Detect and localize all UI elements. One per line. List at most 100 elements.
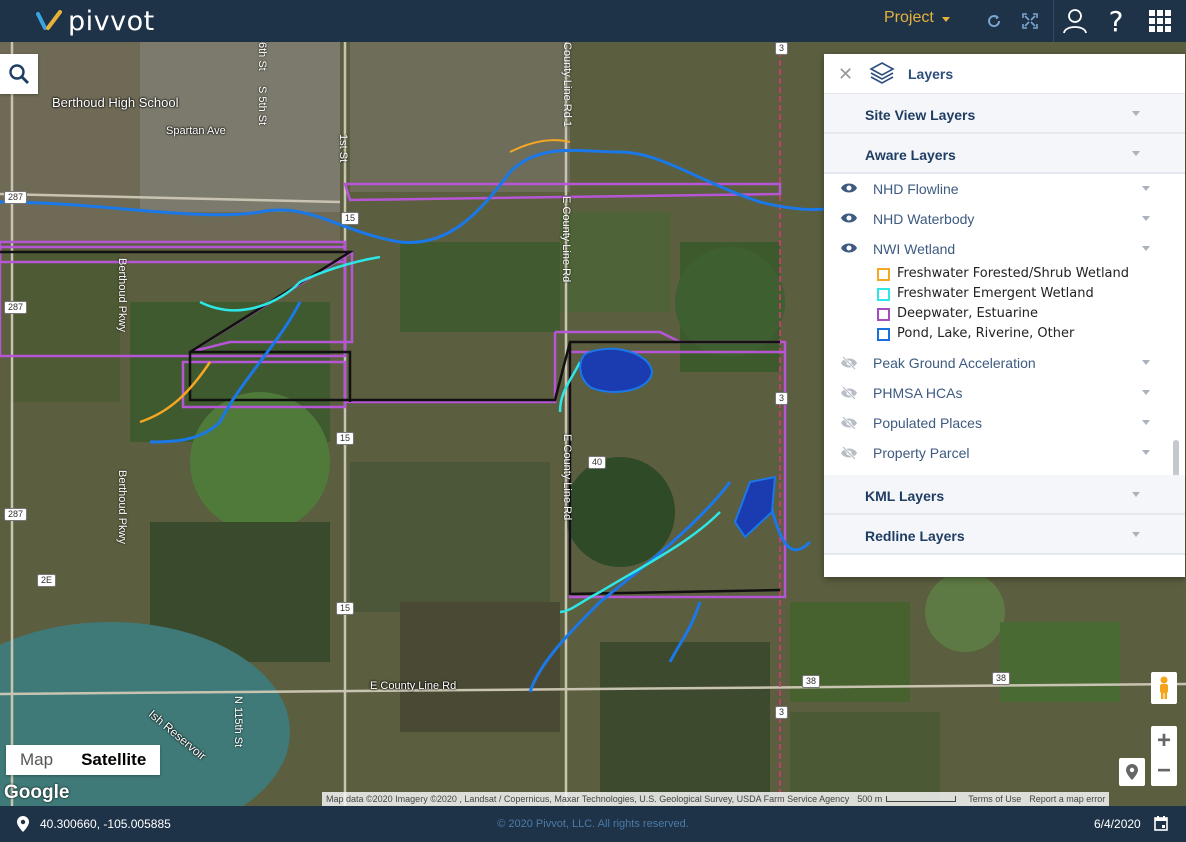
route-shield: 38 <box>992 672 1011 685</box>
map-search-button[interactable] <box>0 54 38 94</box>
map-type-satellite-button[interactable]: Satellite <box>67 745 160 775</box>
section-label: Site View Layers <box>865 107 976 123</box>
zoom-control: + − <box>1151 726 1177 786</box>
layers-panel-header: ✕ Layers <box>824 54 1185 94</box>
chevron-down-icon <box>1132 111 1140 116</box>
chevron-down-icon[interactable] <box>1142 216 1150 221</box>
route-shield: 287 <box>4 301 28 314</box>
layer-row-peak-ground-acceleration[interactable]: Peak Ground Acceleration <box>824 348 1185 378</box>
report-map-error-link[interactable]: Report a map error <box>1025 794 1109 804</box>
refresh-icon[interactable] <box>984 0 1004 42</box>
route-shield: 15 <box>336 602 355 615</box>
calendar-icon[interactable] <box>1154 816 1168 831</box>
chevron-down-icon <box>1132 532 1140 537</box>
street-label-spartan-ave: Spartan Ave <box>166 125 226 137</box>
layer-label: Populated Places <box>873 415 982 431</box>
layer-label: PHMSA HCAs <box>873 385 963 401</box>
scale-bar <box>886 796 957 802</box>
chevron-down-icon <box>1132 151 1140 156</box>
layer-row-populated-places[interactable]: Populated Places <box>824 408 1185 438</box>
my-location-button[interactable] <box>1119 758 1145 786</box>
copyright-text: © 2020 Pivvot, LLC. All rights reserved. <box>497 818 689 830</box>
legend-label: Pond, Lake, Riverine, Other <box>897 326 1075 341</box>
legend-item-emergent: Freshwater Emergent Wetland <box>824 284 1185 304</box>
legend-label: Freshwater Forested/Shrub Wetland <box>897 266 1130 281</box>
scale-label[interactable]: 500 m <box>853 794 886 804</box>
map-attribution: Map data ©2020 Imagery ©2020 , Landsat /… <box>322 792 1110 806</box>
zoom-out-button[interactable]: − <box>1151 756 1177 786</box>
layer-label: Property Parcel <box>873 445 970 461</box>
section-redline-layers[interactable]: Redline Layers <box>824 515 1185 555</box>
footer-bar: 40.300660, -105.005885 © 2020 Pivvot, LL… <box>0 806 1186 842</box>
pivvot-logo-icon <box>36 10 62 30</box>
map-canvas[interactable]: Berthoud High School Spartan Ave E Count… <box>0 42 1186 806</box>
chevron-down-icon[interactable] <box>1142 246 1150 251</box>
route-shield: 287 <box>4 191 28 204</box>
eye-icon[interactable] <box>840 212 858 224</box>
section-label: KML Layers <box>865 488 945 504</box>
road-label-berthoud-pkwy-north: Berthoud Pkwy <box>116 258 128 332</box>
road-label-s-5th-st: S 5th St <box>256 86 268 126</box>
route-shield: 3 <box>775 706 789 719</box>
route-shield: 38 <box>802 675 821 688</box>
location-pin-icon <box>1126 764 1138 780</box>
chevron-down-icon[interactable] <box>1142 450 1150 455</box>
pivvot-logo[interactable]: pivvot <box>36 0 155 42</box>
eye-slash-icon[interactable] <box>840 416 858 430</box>
map-type-map-button[interactable]: Map <box>6 745 67 775</box>
layer-label: NWI Wetland <box>873 241 956 257</box>
panel-scrollbar[interactable] <box>1173 440 1179 475</box>
eye-slash-icon[interactable] <box>840 446 858 460</box>
eye-slash-icon[interactable] <box>840 386 858 400</box>
pegman-icon <box>1160 676 1168 699</box>
legend-item-deepwater: Deepwater, Estuarine <box>824 304 1185 324</box>
section-kml-layers[interactable]: KML Layers <box>824 475 1185 515</box>
project-label: Project <box>884 9 934 26</box>
chevron-down-icon[interactable] <box>1142 390 1150 395</box>
route-shield: 15 <box>341 212 360 225</box>
section-label: Redline Layers <box>865 528 965 544</box>
legend-swatch <box>877 328 890 341</box>
eye-slash-icon[interactable] <box>840 356 858 370</box>
place-label-school: Berthoud High School <box>52 95 179 110</box>
road-label-n-115th-st: N 115th St <box>232 696 244 748</box>
brand-name: pivvot <box>68 5 155 37</box>
user-icon[interactable] <box>1060 0 1090 42</box>
layers-icon <box>869 62 895 84</box>
legend-label: Freshwater Emergent Wetland <box>897 286 1094 301</box>
route-shield: 3 <box>775 42 789 55</box>
layer-row-phmsa-hcas[interactable]: PHMSA HCAs <box>824 378 1185 408</box>
apps-grid-icon[interactable] <box>1147 0 1173 42</box>
aware-layers-list: NHD Flowline NHD Waterbody NWI Wetland F… <box>824 174 1185 475</box>
toolbar-divider <box>1053 0 1054 42</box>
help-icon[interactable]: ? <box>1104 0 1128 42</box>
chevron-down-icon[interactable] <box>1142 360 1150 365</box>
google-logo: Google <box>4 782 70 803</box>
layer-row-nhd-flowline[interactable]: NHD Flowline <box>824 174 1185 204</box>
chevron-down-icon[interactable] <box>1142 186 1150 191</box>
street-view-pegman[interactable] <box>1151 672 1177 704</box>
fullscreen-icon[interactable] <box>1019 0 1041 42</box>
legend-swatch <box>877 288 890 301</box>
chevron-down-icon <box>1132 492 1140 497</box>
section-site-view-layers[interactable]: Site View Layers <box>824 94 1185 134</box>
eye-icon[interactable] <box>840 182 858 194</box>
chevron-down-icon[interactable] <box>1142 420 1150 425</box>
section-aware-layers[interactable]: Aware Layers <box>824 134 1185 174</box>
legend-item-forested-shrub: Freshwater Forested/Shrub Wetland <box>824 264 1185 284</box>
layer-label: Peak Ground Acceleration <box>873 355 1036 371</box>
layer-row-property-parcel[interactable]: Property Parcel <box>824 438 1185 468</box>
road-label-county-line-rd-1: County Line Rd 1 <box>561 42 573 127</box>
layer-row-nhd-waterbody[interactable]: NHD Waterbody <box>824 204 1185 234</box>
route-shield: 3 <box>775 392 789 405</box>
project-dropdown[interactable]: Project <box>884 9 950 27</box>
terms-link[interactable]: Terms of Use <box>964 794 1025 804</box>
layer-label: NHD Flowline <box>873 181 959 197</box>
chevron-down-icon <box>941 16 950 22</box>
zoom-in-button[interactable]: + <box>1151 726 1177 756</box>
eye-icon[interactable] <box>840 242 858 254</box>
close-icon[interactable]: ✕ <box>838 64 853 85</box>
layer-row-nwi-wetland[interactable]: NWI Wetland <box>824 234 1185 264</box>
route-shield: 40 <box>588 456 607 469</box>
search-icon <box>9 64 29 84</box>
